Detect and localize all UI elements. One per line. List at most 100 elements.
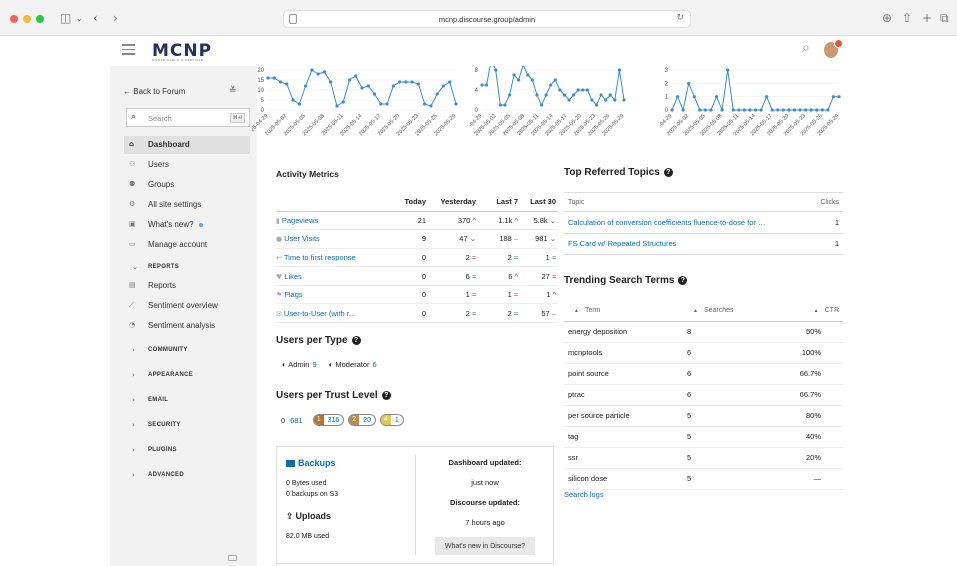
data-point[interactable] — [526, 73, 530, 77]
data-point[interactable] — [798, 108, 802, 112]
data-point[interactable] — [703, 108, 707, 112]
data-point[interactable] — [507, 93, 512, 97]
data-point[interactable] — [831, 95, 836, 99]
data-point[interactable] — [480, 83, 484, 87]
data-point[interactable] — [737, 108, 741, 112]
data-point[interactable] — [604, 98, 608, 102]
data-point[interactable] — [410, 80, 414, 84]
data-point[interactable] — [549, 83, 553, 87]
data-point[interactable] — [709, 108, 713, 112]
reload-icon[interactable]: ↻ — [676, 13, 684, 23]
data-point[interactable] — [484, 83, 489, 87]
collapse-all-icon[interactable]: ≚ — [229, 85, 237, 96]
data-point[interactable] — [429, 104, 433, 108]
data-point[interactable] — [494, 68, 498, 72]
data-point[interactable] — [753, 108, 758, 112]
data-point[interactable] — [692, 95, 696, 99]
sidebar-item-sentiment-overview[interactable]: ⟋ Sentiment overview — [124, 297, 250, 315]
data-point[interactable] — [553, 78, 557, 82]
trust-level-2-pill[interactable]: 2 20 — [348, 414, 376, 426]
admin-count[interactable]: 9 — [312, 360, 316, 369]
sidebar-section-email[interactable]: › EMAIL — [124, 394, 250, 408]
data-point[interactable] — [272, 76, 276, 80]
data-point[interactable] — [670, 108, 674, 112]
help-icon[interactable]: ? — [381, 391, 391, 400]
data-point[interactable] — [539, 103, 544, 107]
data-point[interactable] — [742, 108, 746, 112]
notification-badge[interactable] — [834, 39, 843, 48]
metric-label[interactable]: ● User Visits — [276, 229, 384, 249]
data-point[interactable] — [391, 84, 395, 88]
data-point[interactable] — [372, 92, 377, 96]
data-point[interactable] — [720, 108, 724, 112]
data-point[interactable] — [454, 102, 458, 106]
data-point[interactable] — [503, 103, 507, 107]
search-icon[interactable]: ⌕ — [802, 40, 810, 56]
data-point[interactable] — [385, 102, 389, 106]
data-point[interactable] — [837, 95, 841, 99]
address-bar[interactable]: mcnp.discourse.group/admin ↻ — [283, 10, 691, 28]
data-point[interactable] — [594, 103, 599, 107]
moderator-label[interactable]: Moderator — [335, 360, 369, 369]
sidebar-search-input[interactable]: ⌕ Search ⌘+/ — [126, 108, 250, 127]
sidebar-item-sentiment-analysis[interactable]: ◔ Sentiment analysis — [124, 317, 250, 335]
sidebar-toggle-icon[interactable]: ◫ — [60, 11, 71, 25]
sidebar-section-reports[interactable]: ⌄ REPORTS — [124, 261, 250, 275]
data-point[interactable] — [726, 68, 730, 72]
data-point[interactable] — [335, 104, 339, 108]
new-tab-icon[interactable]: + — [922, 11, 932, 25]
data-point[interactable] — [770, 108, 774, 112]
data-point[interactable] — [354, 74, 358, 78]
data-point[interactable] — [347, 78, 352, 82]
data-point[interactable] — [266, 76, 270, 80]
data-point[interactable] — [423, 102, 427, 106]
data-point[interactable] — [613, 98, 617, 102]
data-point[interactable] — [535, 93, 539, 97]
data-point[interactable] — [748, 108, 752, 112]
data-point[interactable] — [567, 98, 571, 102]
hamburger-menu-icon[interactable] — [122, 44, 135, 58]
data-point[interactable] — [599, 93, 603, 97]
metric-label[interactable]: ▮ Pageviews — [276, 211, 384, 231]
data-point[interactable] — [792, 108, 797, 112]
data-point[interactable] — [815, 108, 819, 112]
data-point[interactable] — [512, 73, 516, 77]
data-point[interactable] — [329, 80, 333, 84]
data-point[interactable] — [517, 78, 521, 82]
moderator-count[interactable]: 6 — [373, 360, 377, 369]
data-point[interactable] — [585, 88, 589, 92]
data-point[interactable] — [291, 98, 295, 102]
data-point[interactable] — [498, 103, 502, 107]
data-point[interactable] — [804, 108, 808, 112]
trust-level-0-count[interactable]: 681 — [290, 416, 303, 425]
data-point[interactable] — [360, 86, 364, 90]
sidebar-section-advanced[interactable]: › ADVANCED — [124, 469, 250, 483]
back-arrow-icon[interactable]: ‹ — [93, 11, 98, 25]
help-icon[interactable]: ? — [351, 336, 361, 345]
data-point[interactable] — [687, 81, 691, 85]
data-point[interactable] — [776, 108, 780, 112]
data-point[interactable] — [435, 92, 439, 96]
close-window-button[interactable] — [10, 15, 18, 23]
data-point[interactable] — [714, 95, 719, 99]
data-point[interactable] — [765, 95, 769, 99]
data-point[interactable] — [441, 84, 446, 88]
data-point[interactable] — [608, 93, 612, 97]
trust-level-1-pill[interactable]: 1 316 — [312, 414, 345, 426]
col-header-term[interactable]: ▲ Term — [564, 300, 683, 322]
metric-label[interactable]: ♥ Likes — [276, 266, 384, 286]
data-point[interactable] — [562, 93, 567, 97]
metric-label[interactable]: ⚑ Flags — [276, 285, 384, 305]
sidebar-section-community[interactable]: › COMMUNITY — [124, 344, 250, 358]
data-point[interactable] — [379, 102, 383, 106]
data-point[interactable] — [448, 80, 452, 84]
sidebar-item-groups[interactable]: ⚉ Groups — [124, 176, 250, 194]
data-point[interactable] — [681, 108, 685, 112]
data-point[interactable] — [316, 72, 320, 76]
data-point[interactable] — [341, 100, 345, 104]
sidebar-item-whats-new[interactable]: ▣ What's new? — [124, 216, 250, 234]
back-to-forum-link[interactable]: ← Back to Forum — [123, 87, 185, 96]
data-point[interactable] — [809, 108, 813, 112]
data-point[interactable] — [278, 80, 283, 84]
data-point[interactable] — [322, 70, 326, 74]
